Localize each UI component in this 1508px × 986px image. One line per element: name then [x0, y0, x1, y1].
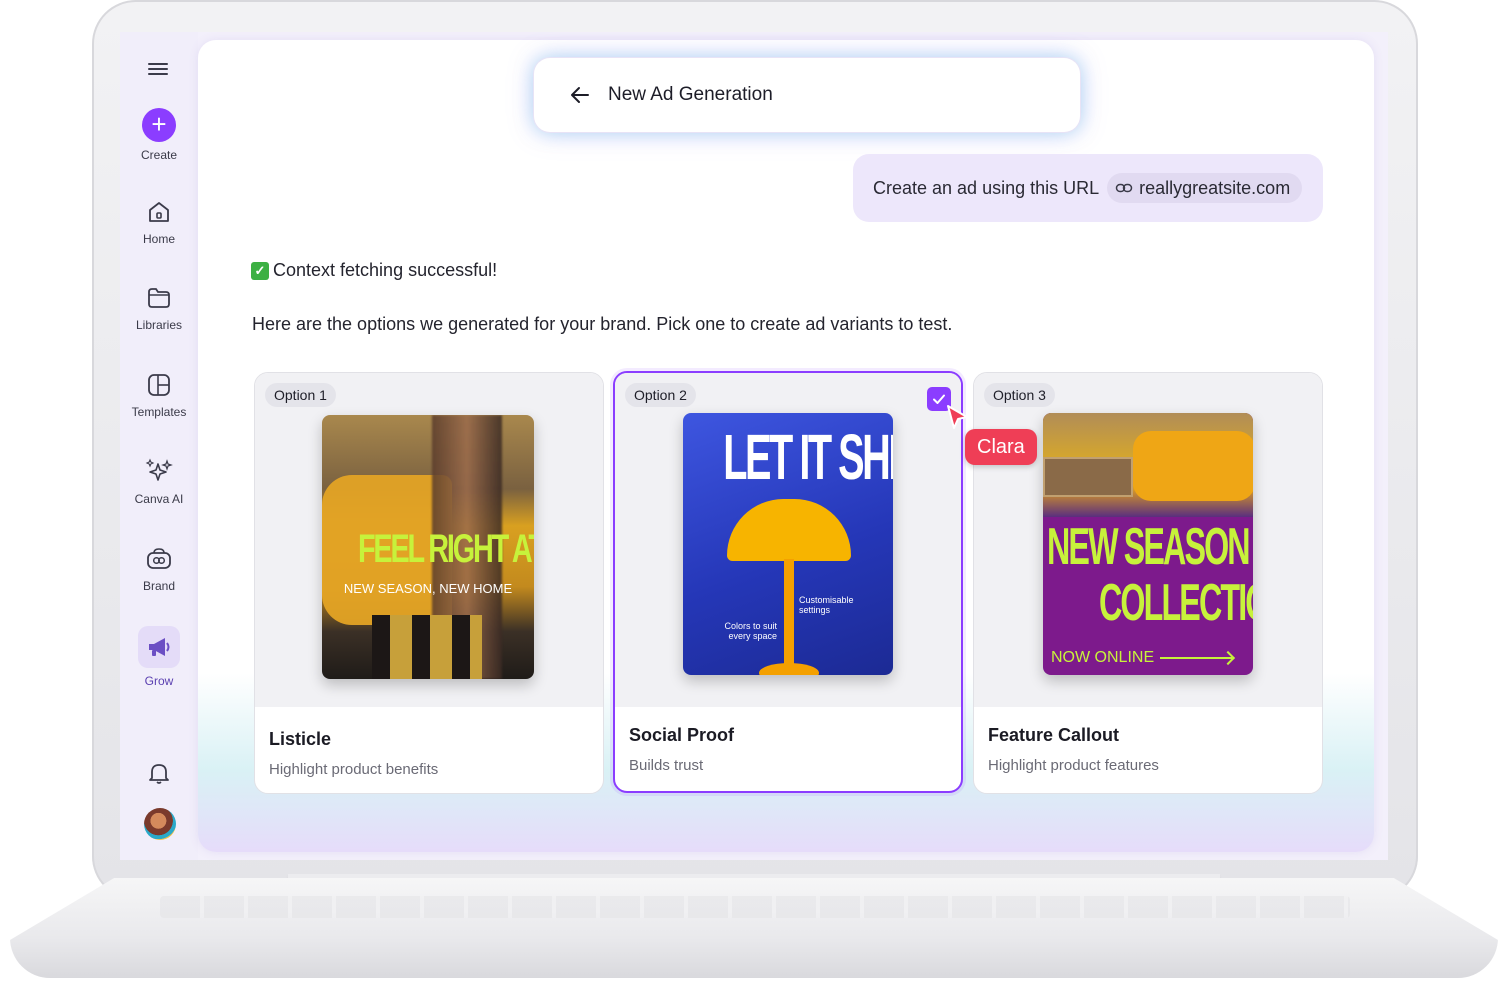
sidebar-item-label: Home	[142, 232, 175, 246]
sidebar-item-label: Brand	[142, 579, 176, 593]
thumbnail-caption: Colors to suit every space	[724, 621, 777, 641]
sidebar-item-grow[interactable]: Grow	[120, 626, 198, 688]
sidebar-item-create[interactable]: + Create	[120, 108, 198, 162]
check-icon: ✓	[251, 261, 269, 280]
url-chip[interactable]: reallygreatsite.com	[1107, 173, 1303, 203]
sidebar-item-label: Create	[140, 148, 178, 162]
card-preview: Option 2 LET IT SHINE Customisable setti…	[615, 373, 961, 707]
card-preview: Option 3 NEW SEASON COLLECTION NOW ONLIN…	[974, 373, 1322, 707]
card-title: Listicle	[269, 729, 332, 749]
laptop-keyboard	[160, 896, 1350, 918]
status-message: ✓ Context fetching successful!	[251, 260, 497, 281]
sidebar-item-label: Libraries	[135, 318, 183, 332]
intro-text: Here are the options we generated for yo…	[252, 314, 953, 334]
header-bar: New Ad Generation	[534, 58, 1080, 132]
sidebar-item-home[interactable]: Home	[120, 198, 198, 246]
ad-thumbnail: NEW SEASON COLLECTION NOW ONLINE	[1043, 413, 1253, 675]
card-subtitle: Highlight product benefits	[269, 761, 439, 778]
option-card-1[interactable]: Option 1 FEEL RIGHT AT HOME NEW SEASON, …	[254, 372, 604, 794]
laptop-base	[10, 878, 1498, 978]
main-panel: New Ad Generation Create an ad using thi…	[198, 40, 1374, 852]
option-tag: Option 2	[625, 383, 696, 407]
ad-thumbnail: LET IT SHINE Customisable settings Color…	[683, 413, 893, 675]
app-screen: + Create Home Libraries Templates Canva …	[120, 32, 1388, 860]
avatar[interactable]	[144, 808, 176, 840]
page-title: New Ad Generation	[608, 84, 773, 105]
sidebar: + Create Home Libraries Templates Canva …	[120, 32, 198, 860]
user-message: Create an ad using this URL reallygreats…	[853, 154, 1323, 222]
back-arrow-icon[interactable]	[568, 83, 592, 107]
thumbnail-subline: NOW ONLINE	[1051, 649, 1233, 667]
sidebar-item-brand[interactable]: Brand	[120, 545, 198, 593]
status-text: Context fetching successful!	[273, 260, 498, 280]
sparkle-icon	[145, 458, 173, 481]
plus-icon: +	[142, 108, 176, 142]
brand-icon	[147, 548, 171, 569]
ad-thumbnail: FEEL RIGHT AT HOME NEW SEASON, NEW HOME	[322, 415, 534, 679]
card-title: Feature Callout	[988, 725, 1120, 745]
cursor-icon	[947, 405, 968, 429]
collaborator-label: Clara	[965, 429, 1037, 465]
menu-icon[interactable]	[148, 60, 168, 80]
bell-icon[interactable]	[146, 760, 172, 786]
thumbnail-headline: LET IT SHINE	[723, 421, 893, 493]
sidebar-item-label: Canva AI	[134, 492, 184, 506]
user-message-text: Create an ad using this URL	[873, 177, 1100, 198]
thumbnail-subline: NEW SEASON, NEW HOME	[343, 581, 513, 596]
arrow-icon	[1160, 657, 1233, 659]
collaborator-layer: Clara	[613, 371, 1037, 465]
sidebar-item-label: Grow	[144, 674, 174, 688]
option-tag: Option 1	[265, 383, 336, 407]
option-tag: Option 3	[984, 383, 1055, 407]
sidebar-item-templates[interactable]: Templates	[120, 371, 198, 419]
link-icon	[1115, 183, 1133, 193]
thumbnail-caption: Customisable settings	[799, 595, 854, 615]
url-text: reallygreatsite.com	[1139, 177, 1291, 198]
thumbnail-headline: FEEL RIGHT AT HOME	[358, 527, 534, 571]
card-subtitle: Highlight product features	[988, 757, 1159, 774]
sidebar-item-canva-ai[interactable]: Canva AI	[120, 458, 198, 506]
thumbnail-headline: NEW SEASON COLLECTION	[1047, 518, 1253, 632]
folder-icon	[148, 288, 170, 308]
sidebar-item-libraries[interactable]: Libraries	[120, 284, 198, 332]
templates-icon	[148, 374, 170, 396]
home-icon	[149, 202, 169, 222]
card-preview: Option 1 FEEL RIGHT AT HOME NEW SEASON, …	[255, 373, 603, 707]
option-card-2[interactable]: Option 2 LET IT SHINE Customisable setti…	[613, 371, 963, 793]
sidebar-item-label: Templates	[131, 405, 187, 419]
megaphone-icon	[138, 626, 180, 668]
